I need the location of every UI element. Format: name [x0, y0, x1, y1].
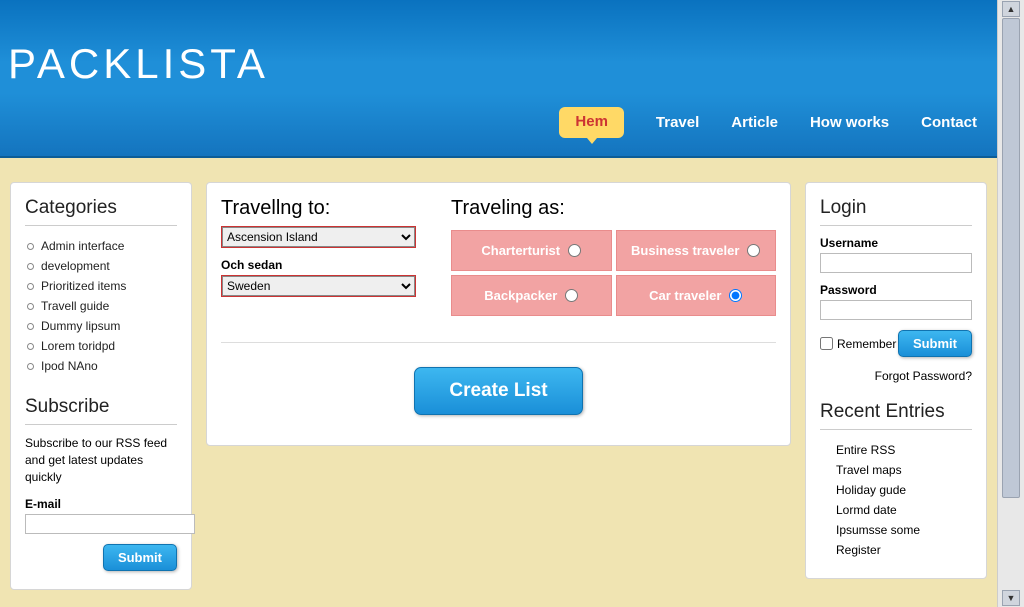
category-item[interactable]: Dummy lipsum	[27, 316, 177, 336]
traveler-radio[interactable]	[568, 244, 581, 257]
main-nav: Hem Travel Article How works Contact	[559, 107, 977, 138]
destination-form: Travellng to: Ascension Island Och sedan…	[221, 197, 431, 316]
page-body: Categories Admin interfacedevelopmentPri…	[0, 158, 997, 607]
scroll-down-arrow[interactable]: ▼	[1002, 590, 1020, 606]
recent-entry-item[interactable]: Entire RSS	[836, 440, 972, 460]
forgot-password-link[interactable]: Forgot Password?	[820, 369, 972, 383]
scroll-up-arrow[interactable]: ▲	[1002, 1, 1020, 17]
nav-item-hem[interactable]: Hem	[559, 107, 624, 138]
traveler-radio[interactable]	[729, 289, 742, 302]
traveler-option[interactable]: Backpacker	[451, 275, 612, 316]
remember-checkbox[interactable]	[820, 337, 833, 350]
password-label: Password	[820, 283, 972, 297]
category-item[interactable]: Lorem toridpd	[27, 336, 177, 356]
category-item[interactable]: Ipod NAno	[27, 356, 177, 376]
categories-list: Admin interfacedevelopmentPrioritized it…	[27, 236, 177, 376]
traveler-option[interactable]: Business traveler	[616, 230, 777, 271]
subscribe-submit-button[interactable]: Submit	[103, 544, 177, 571]
nav-item-article[interactable]: Article	[731, 114, 778, 131]
category-item[interactable]: development	[27, 256, 177, 276]
categories-title: Categories	[25, 197, 177, 226]
create-list-button[interactable]: Create List	[414, 367, 582, 415]
email-label: E-mail	[25, 497, 177, 511]
remember-checkbox-label[interactable]: Remember	[820, 337, 896, 351]
traveler-option[interactable]: Charterturist	[451, 230, 612, 271]
traveler-radio[interactable]	[747, 244, 760, 257]
password-input[interactable]	[820, 300, 972, 320]
login-title: Login	[820, 197, 972, 226]
site-logo: Packlista	[8, 0, 997, 88]
left-sidebar: Categories Admin interfacedevelopmentPri…	[10, 182, 192, 590]
username-label: Username	[820, 236, 972, 250]
recent-entries-list: Entire RSSTravel mapsHoliday gudeLormd d…	[836, 440, 972, 560]
main-panel: Travellng to: Ascension Island Och sedan…	[206, 182, 791, 446]
scroll-thumb[interactable]	[1002, 18, 1020, 498]
category-item[interactable]: Admin interface	[27, 236, 177, 256]
subscribe-text: Subscribe to our RSS feed and get latest…	[25, 435, 177, 485]
nav-item-contact[interactable]: Contact	[921, 114, 977, 131]
nav-item-how-works[interactable]: How works	[810, 114, 889, 131]
och-sedan-select[interactable]: Sweden	[222, 276, 415, 296]
traveler-form: Traveling as: CharterturistBusiness trav…	[451, 197, 776, 316]
travelling-to-label: Travellng to:	[221, 197, 431, 220]
username-input[interactable]	[820, 253, 972, 273]
nav-item-travel[interactable]: Travel	[656, 114, 699, 131]
traveler-radio[interactable]	[565, 289, 578, 302]
traveler-option[interactable]: Car traveler	[616, 275, 777, 316]
destination-select[interactable]: Ascension Island	[222, 227, 415, 247]
category-item[interactable]: Prioritized items	[27, 276, 177, 296]
category-item[interactable]: Travell guide	[27, 296, 177, 316]
header: Packlista Hem Travel Article How works Conta…	[0, 0, 997, 158]
och-sedan-label: Och sedan	[221, 258, 431, 272]
right-sidebar: Login Username Password Remember	[805, 182, 987, 579]
email-input[interactable]	[25, 514, 195, 534]
recent-entry-item[interactable]: Ipsumsse some	[836, 520, 972, 540]
subscribe-title: Subscribe	[25, 396, 177, 425]
recent-entries-title: Recent Entries	[820, 401, 972, 430]
login-submit-button[interactable]: Submit	[898, 330, 972, 357]
vertical-scrollbar[interactable]: ▲ ▼	[997, 0, 1024, 607]
recent-entry-item[interactable]: Register	[836, 540, 972, 560]
recent-entry-item[interactable]: Travel maps	[836, 460, 972, 480]
recent-entry-item[interactable]: Lormd date	[836, 500, 972, 520]
recent-entry-item[interactable]: Holiday gude	[836, 480, 972, 500]
traveling-as-label: Traveling as:	[451, 197, 776, 220]
